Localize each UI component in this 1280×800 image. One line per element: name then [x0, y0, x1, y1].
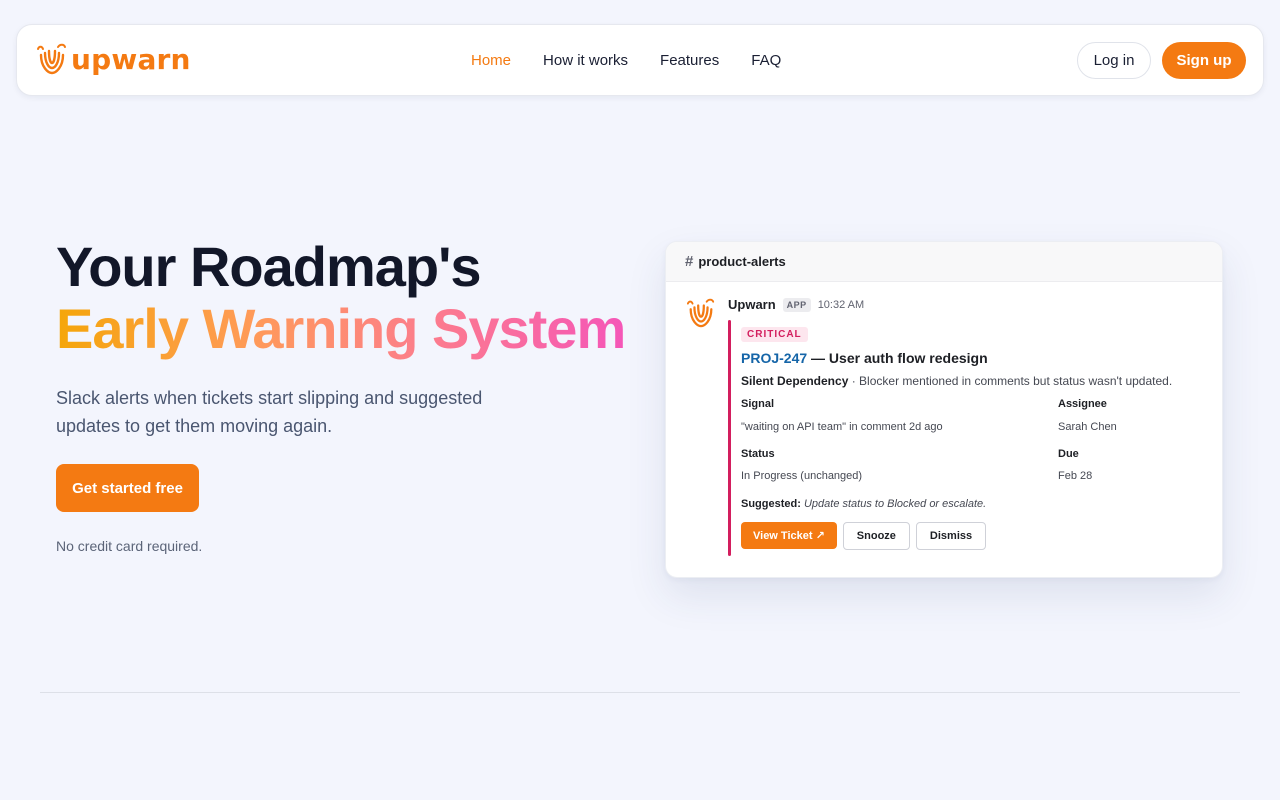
nav-link-home[interactable]: Home [471, 52, 511, 69]
top-navbar: upwarn Home How it works Features FAQ Lo… [16, 24, 1264, 96]
severity-badge: CRITICAL [741, 327, 808, 342]
field-label-assignee: Assignee [1058, 398, 1107, 410]
nav-links: Home How it works Features FAQ [471, 52, 781, 69]
suggestion-text: Update status to Blocked or escalate. [803, 498, 987, 510]
upwarn-logo-icon [37, 43, 66, 75]
field-value-due: Feb 28 [1058, 470, 1093, 482]
alert-attachment: CRITICAL PROJ-247 — User auth flow redes… [741, 324, 1211, 550]
app-badge: APP [782, 297, 811, 312]
upwarn-logo-icon [686, 298, 715, 328]
attachment-accent-bar [728, 320, 731, 556]
field-label-status: Status [741, 448, 775, 460]
slack-alert-preview: # product-alerts Upwarn APP 10:32 AM CRI… [665, 241, 1223, 578]
nav-link-features[interactable]: Features [660, 52, 719, 69]
hero-subtitle: Slack alerts when tickets start slipping… [56, 388, 483, 436]
view-ticket-button[interactable]: View Ticket ↗ [741, 522, 837, 549]
channel-header: # product-alerts [666, 242, 1222, 282]
hero-headline-line2: Early Warning System [56, 297, 626, 360]
field-value-assignee: Sarah Chen [1058, 421, 1117, 433]
login-button[interactable]: Log in [1077, 42, 1151, 79]
channel-name: product-alerts [698, 254, 786, 269]
signup-button[interactable]: Sign up [1162, 42, 1246, 79]
get-started-button[interactable]: Get started free [56, 464, 199, 512]
nav-link-faq[interactable]: FAQ [751, 52, 781, 69]
message-author[interactable]: Upwarn [728, 297, 776, 312]
section-divider [40, 692, 1240, 693]
message-time: 10:32 AM [817, 298, 865, 311]
dismiss-button[interactable]: Dismiss [915, 522, 987, 550]
alert-type-separator: · [848, 374, 860, 388]
ticket-key-link[interactable]: PROJ-247 [741, 350, 807, 366]
alert-type: Silent Dependency [741, 374, 849, 388]
brand[interactable]: upwarn [36, 41, 191, 77]
nav-link-how-it-works[interactable]: How it works [543, 52, 628, 69]
hash-icon: # [685, 253, 694, 270]
hero-note: No credit card required. [56, 538, 203, 554]
alert-description: Silent Dependency · Blocker mentioned in… [741, 374, 1211, 388]
suggestion: Suggested: Update status to Blocked or e… [741, 498, 1211, 510]
brand-name: upwarn [71, 42, 191, 76]
field-label-signal: Signal [741, 398, 775, 410]
suggestion-label: Suggested: [741, 498, 801, 510]
alert-fields: Signal "waiting on API team" in comment … [741, 398, 1211, 498]
field-value-status: In Progress (unchanged) [741, 470, 863, 482]
ticket-title-text: — User auth flow redesign [807, 350, 988, 366]
snooze-button[interactable]: Snooze [842, 522, 910, 550]
alert-actions: View Ticket ↗ Snooze Dismiss [741, 522, 1211, 550]
field-label-due: Due [1058, 448, 1079, 460]
ticket-title: PROJ-247 — User auth flow redesign [741, 350, 1211, 366]
alert-description-text: Blocker mentioned in comments but status… [859, 374, 1173, 388]
hero-headline-line1: Your Roadmap's [56, 235, 482, 298]
field-value-signal: "waiting on API team" in comment 2d ago [741, 421, 943, 433]
message-meta: Upwarn APP 10:32 AM [728, 297, 864, 312]
